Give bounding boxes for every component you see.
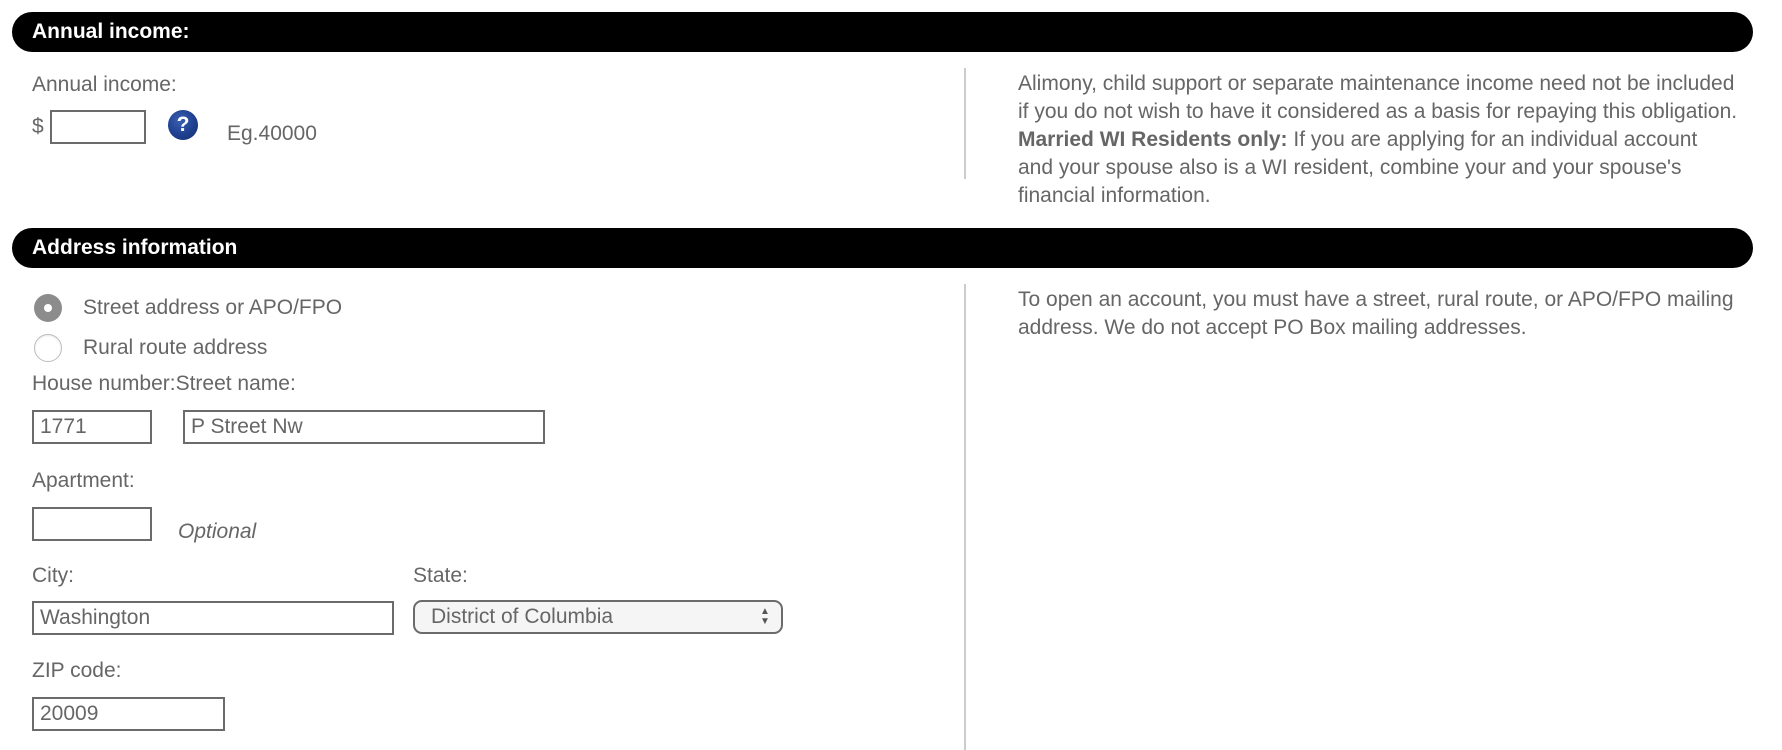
city-label: City: [32, 564, 74, 587]
zip-code-label: ZIP code: [32, 659, 122, 682]
state-select[interactable]: District of Columbia ▲ ▼ [413, 600, 783, 634]
radio-rural-route-label[interactable]: Rural route address [83, 336, 267, 360]
income-info-text: Alimony, child support or separate maint… [1018, 70, 1738, 210]
help-glyph: ? [176, 113, 190, 136]
state-selected-value: District of Columbia [431, 605, 614, 628]
section-title: Address information [32, 236, 238, 259]
apartment-input[interactable] [32, 507, 152, 541]
zip-code-input[interactable] [32, 697, 225, 731]
vertical-divider [964, 68, 966, 179]
state-label: State: [413, 564, 468, 587]
currency-symbol: $ [32, 115, 44, 138]
house-street-label: House number:Street name: [32, 372, 296, 395]
street-name-input[interactable] [183, 410, 545, 444]
address-section-header: Address information [12, 228, 1753, 268]
house-number-input[interactable] [32, 410, 152, 444]
radio-street-address-label[interactable]: Street address or APO/FPO [83, 296, 342, 320]
address-info-text: To open an account, you must have a stre… [1018, 288, 1734, 339]
vertical-divider [964, 284, 966, 750]
select-updown-arrows-icon: ▲ ▼ [760, 606, 770, 627]
info-text: Alimony, child support or separate maint… [1018, 72, 1738, 123]
radio-street-address[interactable] [34, 294, 62, 322]
income-example-hint: Eg.40000 [227, 122, 317, 145]
info-bold-text: Married WI Residents only: [1018, 128, 1288, 151]
annual-income-label: Annual income: [32, 73, 177, 96]
apartment-label: Apartment: [32, 469, 135, 492]
city-input[interactable] [32, 601, 394, 635]
section-title: Annual income: [32, 20, 190, 43]
apartment-optional-hint: Optional [178, 520, 257, 543]
question-mark-help-icon[interactable]: ? [168, 110, 198, 140]
annual-income-section-header: Annual income: [12, 12, 1753, 52]
annual-income-input[interactable] [50, 110, 146, 144]
radio-rural-route[interactable] [34, 334, 62, 362]
